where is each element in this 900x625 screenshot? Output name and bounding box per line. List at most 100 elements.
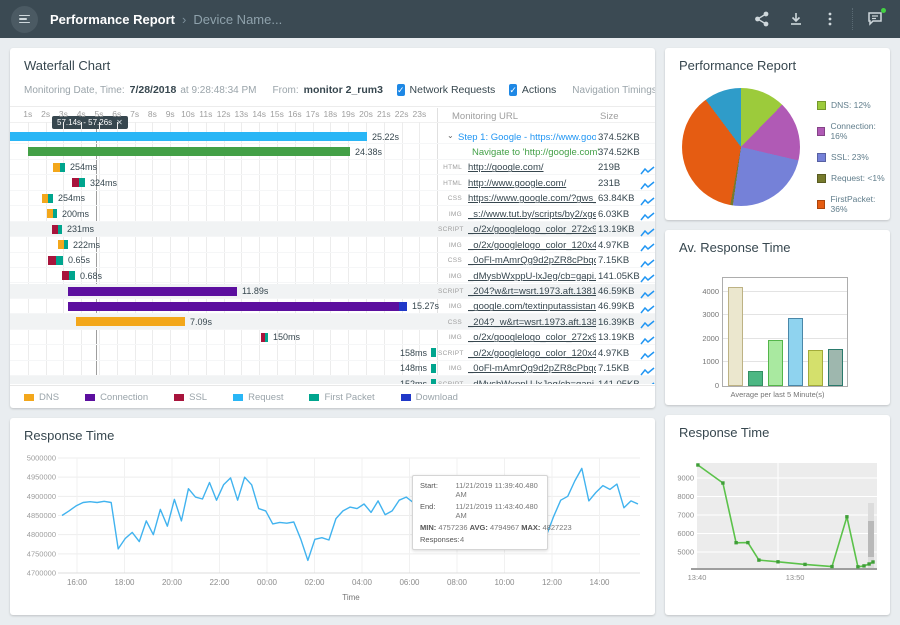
- navigate-action[interactable]: Navigate to 'http://google.com': [472, 147, 600, 158]
- waterfall-bar[interactable]: [431, 364, 436, 373]
- bar-segment: [79, 178, 85, 187]
- toolbar-divider: [852, 8, 853, 30]
- request-url-link[interactable]: _0oFl-mAmrQg9d2pZR8cPbqcbnz6iNg: [468, 363, 596, 374]
- request-url-link[interactable]: _s://www.tut.by/scripts/by2/xgemius.js: [468, 209, 596, 220]
- bar-segment: [10, 132, 367, 141]
- legend-item: Download: [401, 392, 458, 403]
- share-icon[interactable]: [745, 0, 779, 38]
- waterfall-bar[interactable]: [47, 209, 57, 218]
- resource-type-badge: IMG: [438, 303, 462, 310]
- waterfall-bar[interactable]: [261, 333, 268, 342]
- request-url-link[interactable]: http://www.google.com/: [468, 178, 596, 189]
- mini-response-card: Response Time 5000600070008000900013:401…: [665, 415, 890, 615]
- bar-segment: [64, 240, 69, 249]
- request-url-link[interactable]: _dMysbWxppU-lxJeg/cb=gapi.loaded_0: [468, 271, 596, 282]
- request-url-link[interactable]: _dMysbWxppU-lxJeg/cb=gapi.loaded_0: [468, 379, 596, 384]
- axis-tick: 17s: [306, 109, 320, 119]
- legend-swatch: [24, 394, 34, 401]
- request-url-link[interactable]: _o/2x/googlelogo_color_272x92dp.png: [468, 332, 596, 343]
- request-url-link[interactable]: _o/2x/googlelogo_color_120x44dp.png: [468, 240, 596, 251]
- chevron-down-icon[interactable]: ⌄: [447, 131, 454, 140]
- request-url-link[interactable]: https://www.google.com/?gws_rd=ssl: [468, 193, 596, 204]
- waterfall-bar[interactable]: [53, 163, 65, 172]
- request-url-link[interactable]: _o/2x/googlelogo_color_272x92dp.png: [468, 224, 596, 235]
- bar-duration-label: 254ms: [70, 163, 97, 172]
- tooltip-avg-label: AVG:: [470, 523, 488, 532]
- waterfall-bar[interactable]: [28, 147, 350, 156]
- step-link[interactable]: Step 1: Google - https://www.google.com.: [458, 132, 596, 143]
- waterfall-bar[interactable]: [72, 178, 85, 187]
- legend-item: SSL: [174, 392, 207, 403]
- size-value: 374.52KB: [598, 132, 640, 143]
- svg-text:4800000: 4800000: [27, 530, 56, 539]
- bar-segment: [72, 178, 79, 187]
- bar[interactable]: [728, 287, 743, 386]
- waterfall-bar[interactable]: [52, 225, 62, 234]
- axis-tick: 7s: [130, 109, 139, 119]
- mini-line-chart[interactable]: 5000600070008000900013:4013:50: [665, 415, 890, 615]
- network-requests-checkbox[interactable]: ✓: [397, 84, 405, 96]
- waterfall-bar[interactable]: [42, 194, 53, 203]
- waterfall-bar[interactable]: [68, 302, 407, 311]
- pie-legend-item: Request: <1%: [817, 173, 890, 183]
- breadcrumb-device[interactable]: Device Name...: [193, 12, 282, 27]
- tooltip-start-label: Start:: [420, 481, 456, 499]
- waterfall-bar[interactable]: [48, 256, 63, 265]
- bar[interactable]: [808, 350, 823, 386]
- bar-segment: [68, 287, 237, 296]
- waterfall-bar[interactable]: [431, 379, 436, 384]
- pie-chart[interactable]: [682, 88, 800, 206]
- waterfall-bar[interactable]: [76, 317, 185, 326]
- bar-duration-label: 254ms: [58, 194, 85, 203]
- axis-tick: 11s: [199, 109, 212, 119]
- tooltip-responses: 4: [460, 535, 464, 544]
- waterfall-bar[interactable]: [431, 348, 436, 357]
- bar[interactable]: [748, 371, 763, 386]
- bar[interactable]: [788, 318, 803, 386]
- waterfall-meta: Monitoring Date, Time: 7/28/2018 at 9:28…: [24, 78, 644, 102]
- legend-swatch: [309, 394, 319, 401]
- request-url-link[interactable]: _0oFl-mAmrQg9d2pZR8cPbqcbnz6iNg: [468, 255, 596, 266]
- axis-tick: 5s: [95, 109, 104, 119]
- bar-duration-label: 15.27s: [412, 302, 439, 311]
- legend-swatch: [85, 394, 95, 401]
- waterfall-bar[interactable]: [68, 287, 237, 296]
- bar-segment: [28, 147, 350, 156]
- bar[interactable]: [828, 349, 843, 386]
- line-chart[interactable]: 4700000475000048000004850000490000049500…: [10, 418, 655, 615]
- request-url-link[interactable]: _204?w&rt=wsrt.1973.aft.1381.prt.3964: [468, 286, 596, 297]
- bar-chart-plot[interactable]: [722, 277, 848, 387]
- request-url-link[interactable]: _google.com/textinputassistant/tia.png: [468, 301, 596, 312]
- bar-duration-label: 7.09s: [190, 318, 212, 327]
- bar-duration-label: 0.68s: [80, 272, 102, 281]
- legend-swatch: [233, 394, 243, 401]
- size-value: 141.05KB: [598, 271, 640, 282]
- menu-icon[interactable]: [11, 6, 38, 33]
- y-axis-tick: 0: [693, 381, 719, 390]
- legend-label: SSL: [189, 392, 207, 403]
- pie-legend-label: FirstPacket: 36%: [830, 194, 890, 214]
- size-value: 231B: [598, 178, 620, 189]
- waterfall-bar[interactable]: [10, 132, 367, 141]
- request-url-link[interactable]: http://google.com/: [468, 162, 596, 173]
- axis-tick: 3s: [59, 109, 68, 119]
- date-label: Monitoring Date, Time:: [24, 85, 125, 96]
- waterfall-bar[interactable]: [62, 271, 75, 280]
- svg-text:6000: 6000: [677, 529, 694, 538]
- actions-checkbox[interactable]: ✓: [509, 84, 517, 96]
- resource-type-badge: SCRIPT: [438, 288, 462, 295]
- bar[interactable]: [768, 340, 783, 386]
- pie-legend-item: SSL: 23%: [817, 152, 890, 162]
- chat-icon[interactable]: [858, 0, 892, 38]
- more-icon[interactable]: [813, 0, 847, 38]
- size-value: 4.97KB: [598, 348, 629, 359]
- svg-text:12:00: 12:00: [542, 578, 563, 587]
- axis-tick: 20s: [359, 109, 373, 119]
- divider: [10, 106, 655, 107]
- waterfall-bar[interactable]: [58, 240, 68, 249]
- request-url-link[interactable]: _204?_w&rt=wsrt.1973.aft.1381.prt.396: [468, 317, 596, 328]
- trend-spark-icon[interactable]: [640, 379, 655, 384]
- download-icon[interactable]: [779, 0, 813, 38]
- legend-label: Download: [416, 392, 458, 403]
- request-url-link[interactable]: _o/2x/googlelogo_color_120x44dp.png: [468, 348, 596, 359]
